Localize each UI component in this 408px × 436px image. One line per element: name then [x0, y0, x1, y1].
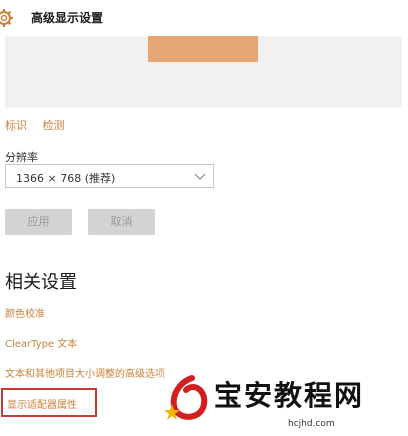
apply-button[interactable]: 应用: [5, 209, 72, 235]
watermark-text: 宝安教程网: [214, 379, 365, 412]
cancel-button[interactable]: 取消: [88, 209, 155, 235]
resolution-value: 1366 × 768 (推荐): [16, 172, 116, 185]
chevron-down-icon: [194, 173, 206, 180]
color-calibration-link[interactable]: 颜色校准: [5, 305, 45, 320]
detect-link[interactable]: 检测: [43, 119, 65, 132]
watermark-logo-icon: [164, 375, 208, 420]
page-title: 高级显示设置: [31, 11, 104, 25]
resolution-label: 分辨率: [5, 151, 38, 164]
resolution-dropdown[interactable]: 1366 × 768 (推荐): [5, 164, 214, 188]
related-settings-title: 相关设置: [5, 272, 77, 293]
cleartype-text-link[interactable]: ClearType 文本: [5, 335, 77, 350]
monitor-thumbnail[interactable]: [148, 36, 258, 62]
display-preview: [5, 36, 402, 108]
title-bar: 高级显示设置: [0, 0, 408, 36]
gear-icon: [0, 9, 13, 27]
identify-link[interactable]: 标识: [5, 119, 27, 132]
highlight-box: [1, 388, 97, 417]
watermark-url: hcjhd.com: [288, 419, 335, 429]
display-links: 标识 检测: [5, 117, 77, 133]
